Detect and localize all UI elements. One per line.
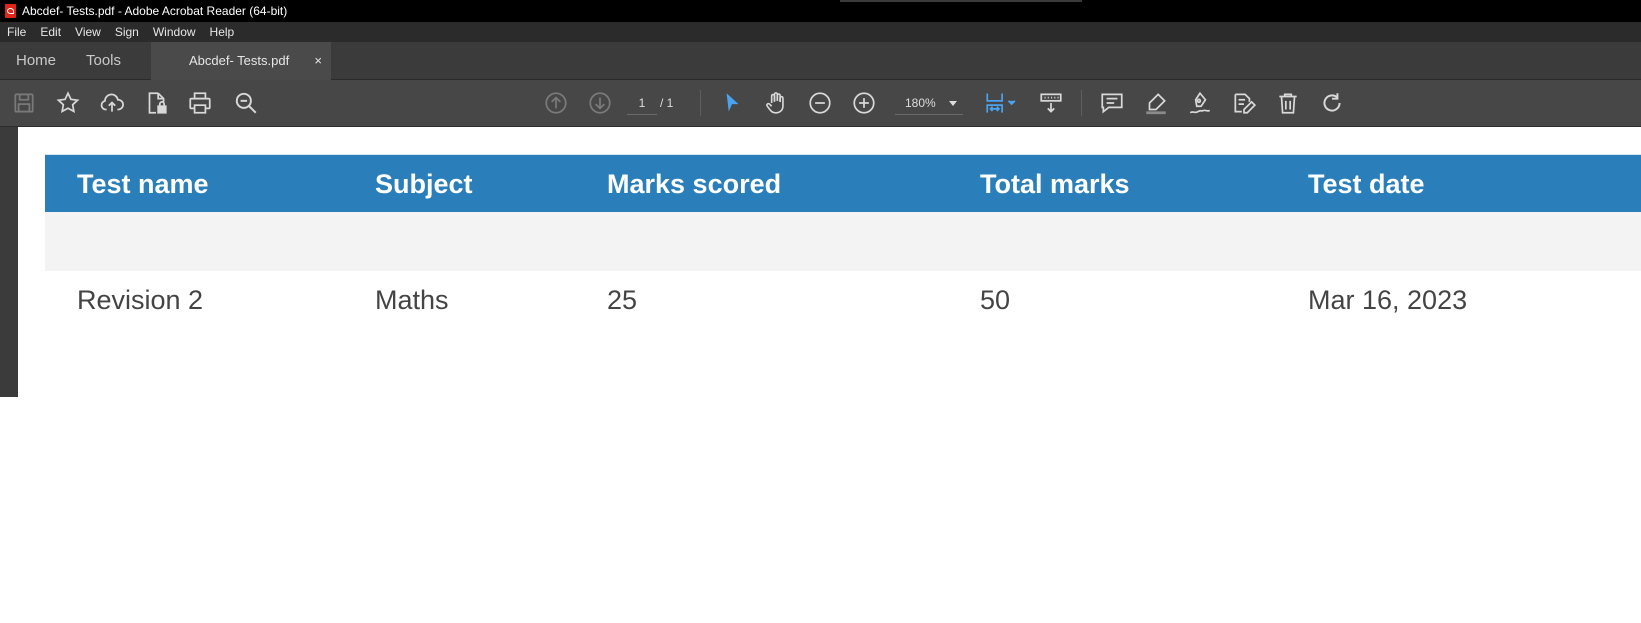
tab-bar: Home Tools Abcdef- Tests.pdf × [0,42,1641,80]
table-row: Revision 2 Maths 25 50 Mar 16, 2023 [45,271,1641,329]
scroll-mode-icon[interactable] [1037,89,1065,117]
close-tab-icon[interactable]: × [314,42,322,79]
toolbar: 1 / 1 180% [0,80,1641,127]
select-cursor-icon[interactable] [718,89,746,117]
chevron-down-icon [949,101,957,106]
zoom-value: 180% [905,96,936,110]
column-header: Subject [375,169,473,199]
file-lock-icon[interactable] [142,89,170,117]
edit-icon[interactable] [1230,89,1258,117]
menu-bar: File Edit View Sign Window Help [0,22,1641,42]
highlight-icon[interactable] [1142,89,1170,117]
menu-help[interactable]: Help [203,25,242,39]
toolbar-divider [700,90,701,116]
menu-sign[interactable]: Sign [108,25,146,39]
delete-icon[interactable] [1274,89,1302,117]
zoom-level-dropdown[interactable]: 180% [895,92,963,115]
table-cell: Maths [375,285,449,315]
table-cell: Mar 16, 2023 [1308,285,1468,315]
menu-file[interactable]: File [0,25,33,39]
save-icon[interactable] [10,89,38,117]
title-bar: Abcdef- Tests.pdf - Adobe Acrobat Reader… [0,0,1641,22]
page-up-icon[interactable] [542,89,570,117]
table-cell: 50 [980,285,1011,315]
comment-icon[interactable] [1098,89,1126,117]
column-header: Total marks [980,169,1130,199]
acrobat-icon [5,4,16,18]
tab-home[interactable]: Home [16,42,56,79]
side-panel-strip [0,127,18,397]
cloud-upload-icon[interactable] [98,89,126,117]
search-icon[interactable] [232,89,260,117]
document-page: Test name Subject Marks scored Total mar… [18,127,1641,397]
table-header: Test name Subject Marks scored Total mar… [45,154,1641,213]
title-bar-accent [840,0,1082,2]
page-fit-icon[interactable] [981,89,1019,117]
zoom-out-icon[interactable] [806,89,834,117]
hand-icon[interactable] [762,89,790,117]
table-cell: 25 [607,285,638,315]
menu-view[interactable]: View [68,25,108,39]
toolbar-divider [1081,90,1082,116]
tab-tools[interactable]: Tools [86,42,121,79]
column-header: Test date [1308,169,1425,199]
tab-document[interactable]: Abcdef- Tests.pdf × [151,42,331,80]
zoom-in-icon[interactable] [850,89,878,117]
table-cell: Revision 2 [77,285,204,315]
window-title: Abcdef- Tests.pdf - Adobe Acrobat Reader… [22,4,288,18]
table-row [45,212,1641,271]
print-icon[interactable] [186,89,214,117]
column-header: Marks scored [607,169,782,199]
page-down-icon[interactable] [586,89,614,117]
column-header: Test name [77,169,209,199]
sign-icon[interactable] [1186,89,1214,117]
document-tab-label: Abcdef- Tests.pdf [189,53,290,68]
page-total: / 1 [660,96,674,110]
menu-edit[interactable]: Edit [33,25,68,39]
rotate-icon[interactable] [1318,89,1346,117]
menu-window[interactable]: Window [146,25,203,39]
page-number-input[interactable]: 1 [627,92,657,115]
star-icon[interactable] [54,89,82,117]
